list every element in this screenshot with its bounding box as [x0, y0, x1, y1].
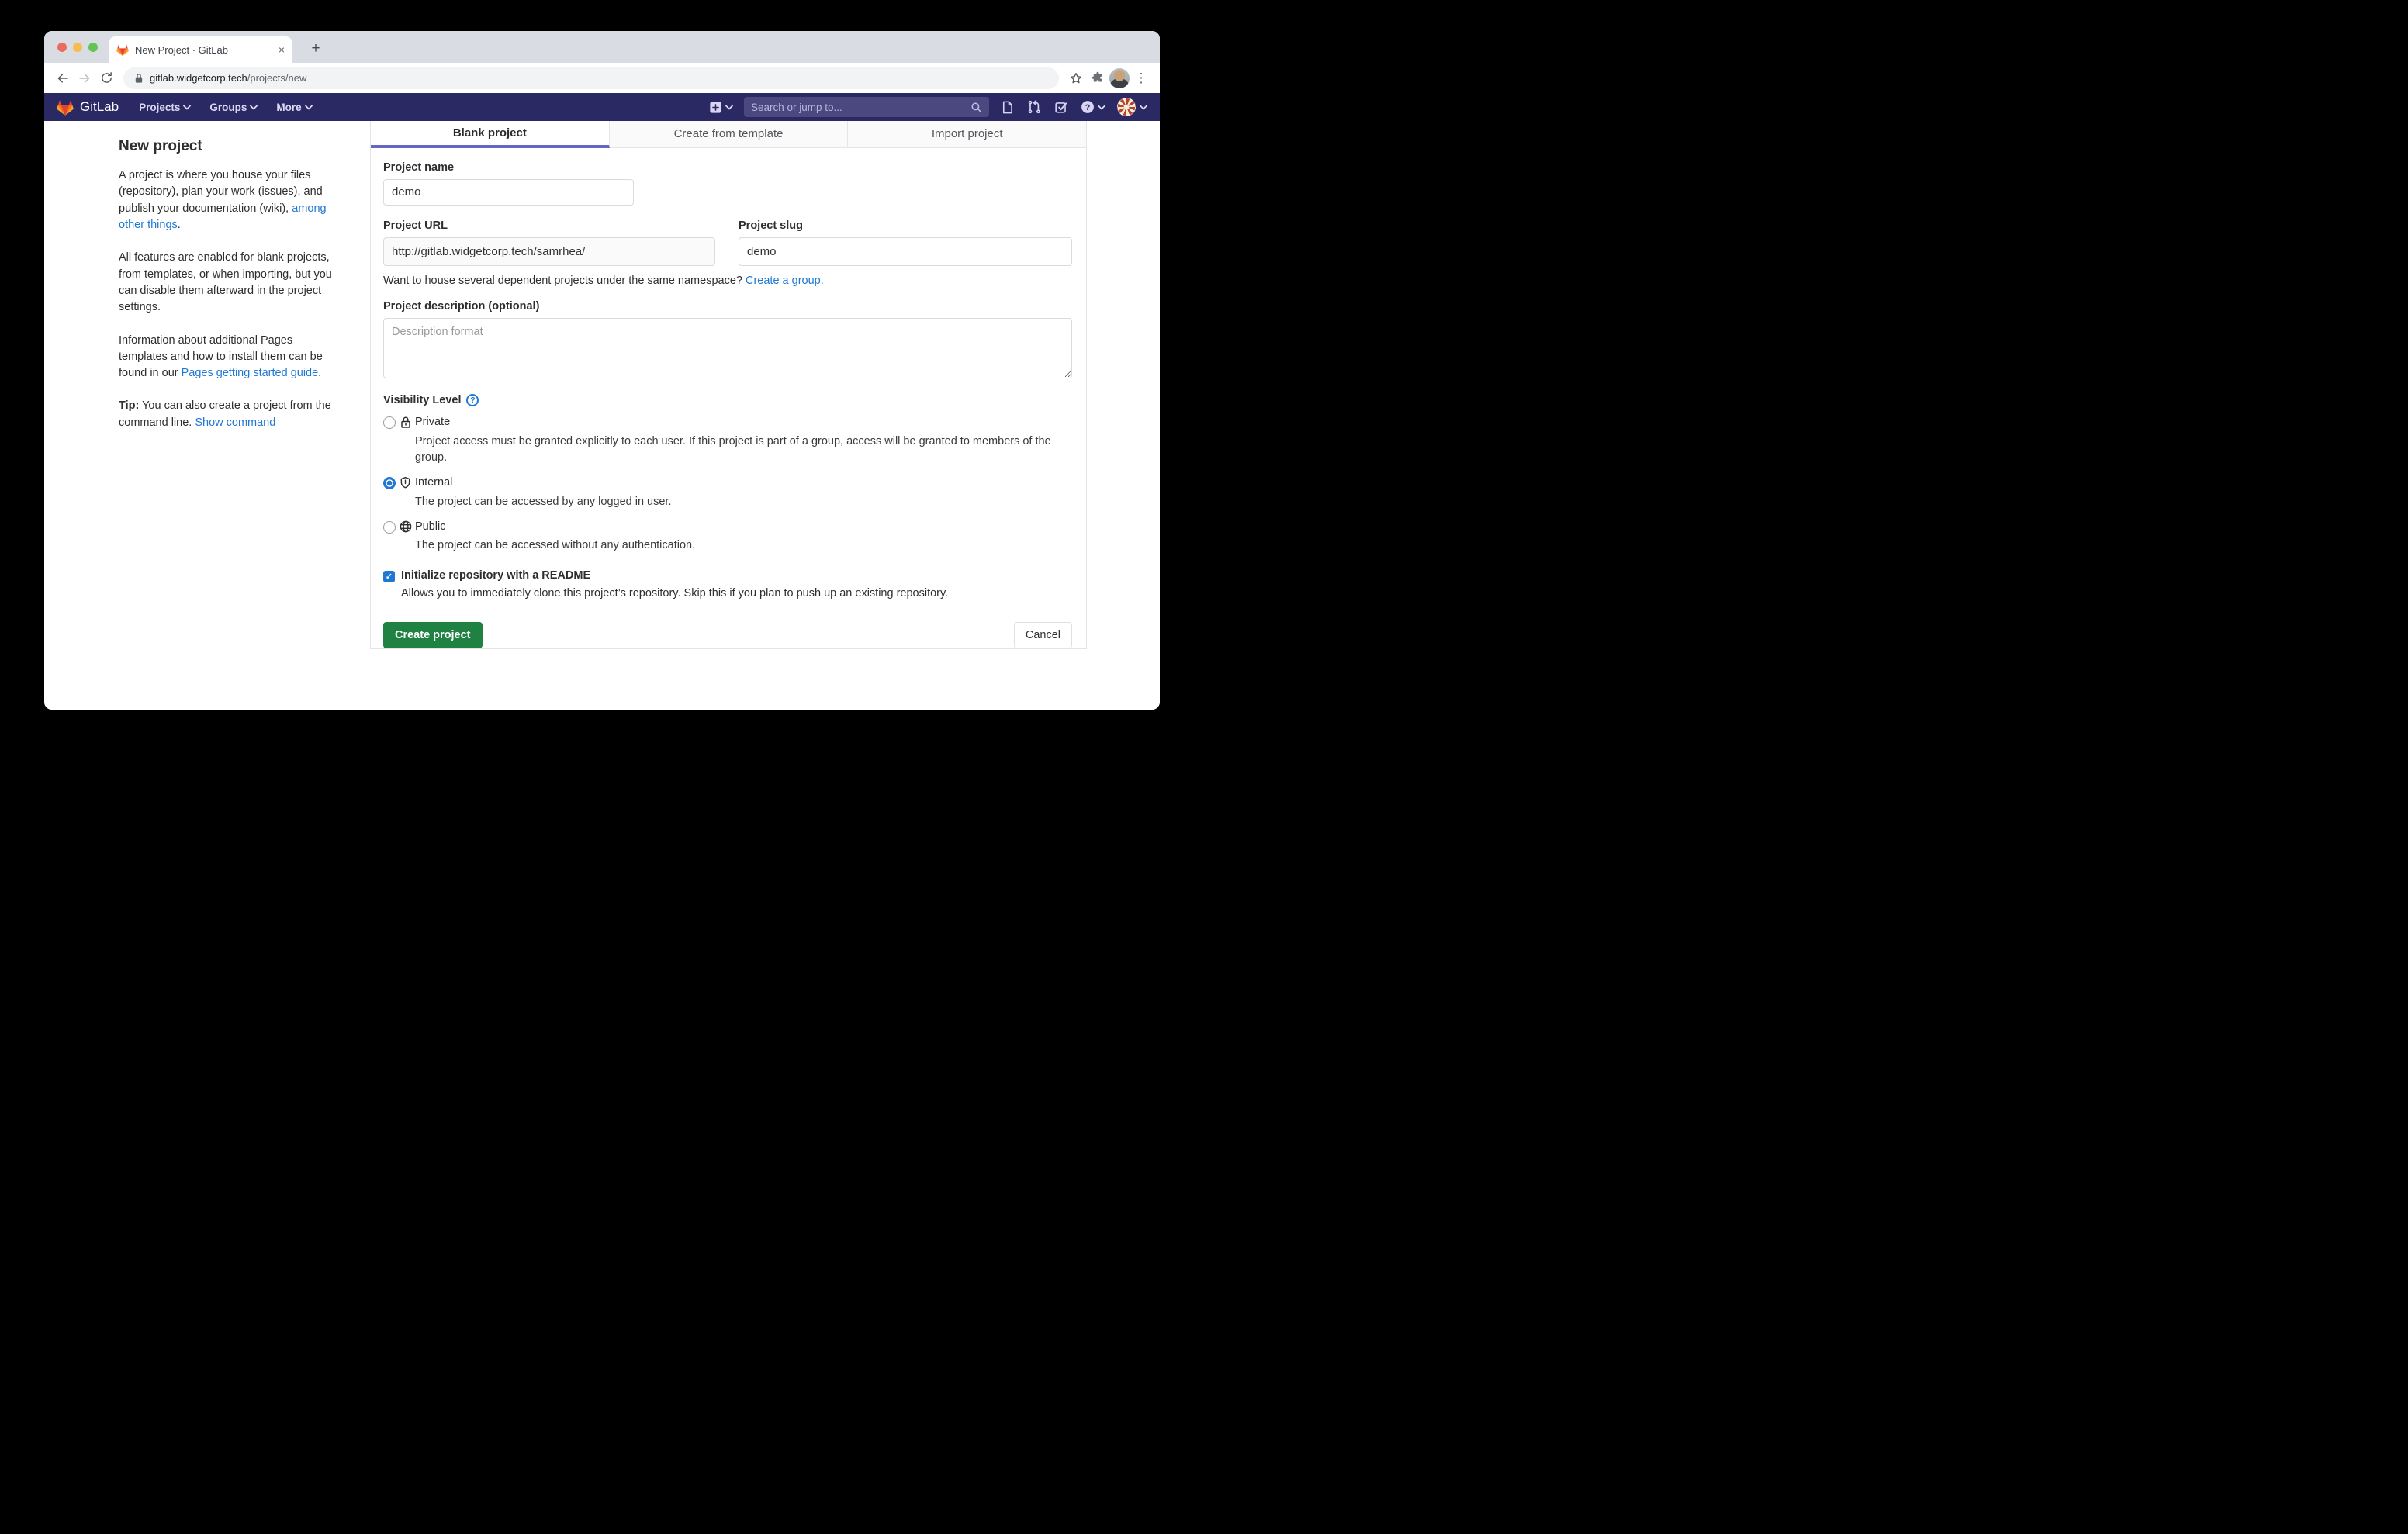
search-input[interactable] — [751, 102, 970, 113]
visibility-help-icon[interactable]: ? — [466, 394, 479, 406]
browser-tabstrip: New Project · GitLab × + — [44, 31, 1160, 63]
project-slug-input[interactable] — [739, 237, 1072, 266]
show-command-link[interactable]: Show command — [195, 416, 275, 429]
new-tab-button[interactable]: + — [305, 38, 327, 60]
chevron-down-icon — [183, 105, 191, 110]
reload-icon[interactable] — [95, 67, 117, 89]
forward-icon[interactable] — [74, 67, 95, 89]
gitlab-navbar: GitLab Projects Groups More — [44, 93, 1160, 121]
gitlab-favicon-icon — [116, 44, 129, 56]
tab-import-project[interactable]: Import project — [848, 121, 1086, 148]
chevron-down-icon — [1098, 105, 1105, 110]
private-radio[interactable] — [383, 416, 396, 429]
nav-menu-groups[interactable]: Groups — [209, 102, 258, 113]
project-name-label: Project name — [383, 161, 1072, 174]
cancel-button[interactable]: Cancel — [1014, 622, 1072, 648]
browser-window: New Project · GitLab × + gitlab.widgetco… — [44, 31, 1160, 710]
page-content: New project A project is where you house… — [44, 121, 1160, 710]
tip-paragraph: Tip: You can also create a project from … — [119, 398, 336, 431]
public-option-label[interactable]: Public — [415, 520, 1072, 533]
form-panel-column: Blank project Create from template Impor… — [370, 121, 1087, 710]
project-description-input[interactable] — [383, 318, 1072, 378]
merge-requests-icon[interactable] — [1026, 99, 1042, 115]
create-project-button[interactable]: Create project — [383, 622, 483, 648]
chevron-down-icon — [725, 105, 733, 110]
visibility-option-internal: Internal The project can be accessed by … — [383, 476, 1072, 510]
private-option-desc: Project access must be granted explicitl… — [415, 434, 1072, 466]
internal-radio[interactable] — [383, 477, 396, 489]
url-text: gitlab.widgetcorp.tech/projects/new — [150, 72, 306, 84]
readme-label[interactable]: Initialize repository with a README — [401, 569, 1072, 582]
pages-guide-link[interactable]: Pages getting started guide — [182, 367, 319, 379]
page-title: New project — [119, 138, 336, 155]
nav-menu-more[interactable]: More — [276, 102, 312, 113]
readme-checkbox[interactable]: ✓ — [383, 571, 395, 582]
issues-icon[interactable] — [1000, 100, 1015, 115]
url-bar[interactable]: gitlab.widgetcorp.tech/projects/new — [123, 67, 1059, 89]
tab-blank-project[interactable]: Blank project — [371, 121, 610, 148]
private-option-label[interactable]: Private — [415, 416, 1072, 428]
lock-icon — [134, 73, 144, 84]
internal-option-label[interactable]: Internal — [415, 476, 1072, 489]
project-description-label: Project description (optional) — [383, 300, 1072, 313]
lock-icon — [396, 416, 415, 432]
help-menu[interactable]: ? — [1080, 99, 1105, 115]
project-name-input[interactable] — [383, 179, 634, 206]
tab-create-from-template[interactable]: Create from template — [610, 121, 849, 148]
back-icon[interactable] — [52, 67, 74, 89]
svg-text:?: ? — [1085, 103, 1091, 112]
blank-project-form: Project name Project URL Project slug Wa… — [371, 148, 1086, 648]
shield-icon — [396, 476, 415, 492]
globe-icon — [396, 520, 415, 536]
browser-menu-icon[interactable]: ⋮ — [1130, 67, 1152, 89]
form-actions: Create project Cancel — [383, 622, 1072, 648]
tanuki-icon — [57, 99, 74, 116]
user-avatar — [1117, 98, 1136, 116]
visibility-level-label: Visibility Level — [383, 394, 461, 406]
chevron-down-icon — [305, 105, 313, 110]
bookmark-star-icon[interactable] — [1065, 67, 1087, 89]
browser-tab-title: New Project · GitLab — [135, 44, 272, 56]
readme-desc: Allows you to immediately clone this pro… — [401, 587, 1072, 599]
new-menu-button[interactable] — [708, 100, 733, 115]
readme-option: ✓ Initialize repository with a README Al… — [383, 569, 1072, 599]
global-search[interactable] — [744, 97, 989, 117]
project-url-input[interactable] — [383, 237, 715, 266]
chevron-down-icon — [1140, 105, 1147, 110]
user-menu[interactable] — [1117, 98, 1147, 116]
minimize-window-button[interactable] — [73, 43, 82, 52]
public-option-desc: The project can be accessed without any … — [415, 537, 1072, 554]
help-paragraph: A project is where you house your files … — [119, 168, 336, 233]
brand-wordmark: GitLab — [80, 99, 119, 115]
zoom-window-button[interactable] — [88, 43, 98, 52]
internal-option-desc: The project can be accessed by any logge… — [415, 494, 1072, 510]
plus-square-icon — [708, 100, 723, 115]
extensions-puzzle-icon[interactable] — [1087, 67, 1109, 89]
create-group-link[interactable]: Create a group. — [746, 275, 824, 287]
browser-tab[interactable]: New Project · GitLab × — [109, 36, 292, 63]
window-controls — [57, 43, 98, 52]
namespace-hint: Want to house several dependent projects… — [383, 275, 1072, 287]
help-icon: ? — [1080, 99, 1095, 115]
nav-menu-projects[interactable]: Projects — [139, 102, 191, 113]
project-url-label: Project URL — [383, 219, 715, 232]
close-tab-icon[interactable]: × — [279, 44, 285, 55]
search-icon — [970, 102, 982, 113]
chevron-down-icon — [250, 105, 258, 110]
todos-icon[interactable] — [1054, 100, 1068, 115]
sidebar-help-panel: New project A project is where you house… — [44, 121, 370, 710]
browser-profile-avatar[interactable] — [1109, 67, 1130, 89]
project-type-tabs: Blank project Create from template Impor… — [371, 121, 1086, 148]
public-radio[interactable] — [383, 521, 396, 534]
visibility-option-public: Public The project can be accessed witho… — [383, 520, 1072, 554]
close-window-button[interactable] — [57, 43, 67, 52]
help-paragraph: Information about additional Pages templ… — [119, 333, 336, 382]
visibility-option-private: Private Project access must be granted e… — [383, 416, 1072, 466]
project-slug-label: Project slug — [739, 219, 1072, 232]
browser-toolbar: gitlab.widgetcorp.tech/projects/new ⋮ — [44, 63, 1160, 93]
help-paragraph: All features are enabled for blank proje… — [119, 250, 336, 316]
gitlab-logo[interactable]: GitLab — [57, 99, 119, 116]
new-project-panel: Blank project Create from template Impor… — [370, 121, 1087, 649]
